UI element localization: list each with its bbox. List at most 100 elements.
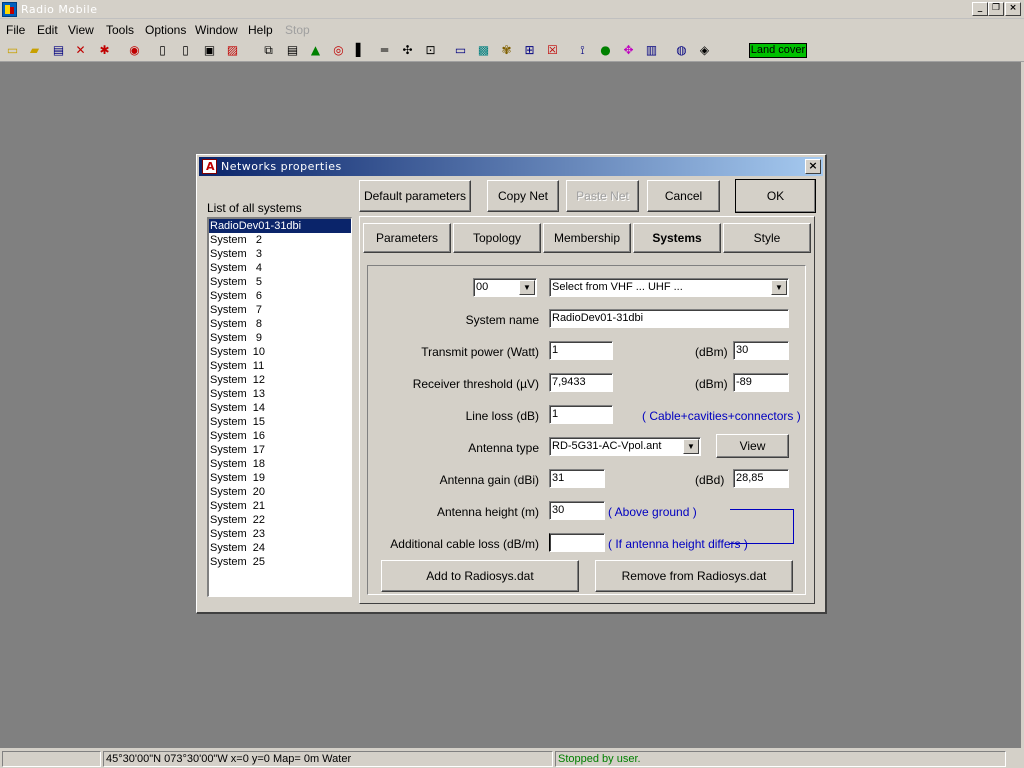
list-item[interactable]: System 6 bbox=[209, 289, 351, 303]
dialog-title-bar[interactable]: Networks properties × bbox=[199, 157, 823, 176]
default-parameters-button[interactable]: Default parameters bbox=[359, 180, 471, 212]
antenna-gain-dbd-input[interactable]: 28,85 bbox=[733, 469, 789, 488]
elevation-icon[interactable]: ▲ bbox=[307, 42, 324, 59]
list-item[interactable]: System 12 bbox=[209, 373, 351, 387]
app-icon[interactable] bbox=[2, 2, 17, 17]
antenna-gain-input[interactable]: 31 bbox=[549, 469, 605, 488]
tab-parameters[interactable]: Parameters bbox=[363, 223, 451, 253]
units-icon[interactable]: ✱ bbox=[96, 42, 113, 59]
remove-from-radiosys-button[interactable]: Remove from Radiosys.dat bbox=[595, 560, 793, 592]
walk-icon[interactable]: ✾ bbox=[498, 42, 515, 59]
grayscale-icon[interactable]: ▌ bbox=[352, 42, 369, 59]
chevron-down-icon[interactable]: ▼ bbox=[771, 280, 787, 295]
grid-icon[interactable]: ▥ bbox=[643, 42, 660, 59]
menu-help[interactable]: Help bbox=[248, 23, 273, 37]
tab-membership[interactable]: Membership bbox=[543, 223, 631, 253]
properties-icon[interactable]: ✕ bbox=[72, 42, 89, 59]
view-antenna-button[interactable]: View bbox=[716, 434, 789, 458]
restore-button[interactable]: ❐ bbox=[988, 2, 1004, 16]
antenna-gain-dbd-label: (dBd) bbox=[695, 473, 725, 487]
antenna-type-select[interactable]: RD-5G31-AC-Vpol.ant ▼ bbox=[549, 437, 701, 456]
world-icon[interactable]: ◈ bbox=[696, 42, 713, 59]
list-item[interactable]: System 4 bbox=[209, 261, 351, 275]
list-item[interactable]: System 15 bbox=[209, 415, 351, 429]
window-icon[interactable]: ▭ bbox=[452, 42, 469, 59]
delete-icon[interactable]: ☒ bbox=[544, 42, 561, 59]
list-item[interactable]: System 3 bbox=[209, 247, 351, 261]
receiver-threshold-input[interactable]: 7,9433 bbox=[549, 373, 613, 392]
line-loss-input[interactable]: 1 bbox=[549, 405, 613, 424]
radar-icon[interactable]: ◎ bbox=[330, 42, 347, 59]
list-item[interactable]: System 20 bbox=[209, 485, 351, 499]
new-file-icon[interactable]: ▭ bbox=[4, 42, 21, 59]
list-item[interactable]: System 25 bbox=[209, 555, 351, 569]
antenna-icon[interactable]: ⟟ bbox=[574, 42, 591, 59]
fit-icon[interactable]: ⊞ bbox=[521, 42, 538, 59]
paste-icon[interactable]: ▤ bbox=[284, 42, 301, 59]
globe-icon[interactable]: ◍ bbox=[673, 42, 690, 59]
system-number-select[interactable]: 00 ▼ bbox=[473, 278, 537, 297]
menu-view[interactable]: View bbox=[68, 23, 94, 37]
network-icon[interactable]: ✥ bbox=[620, 42, 637, 59]
ruler-icon[interactable]: ═ bbox=[376, 42, 393, 59]
land-cover-button[interactable]: Land cover bbox=[749, 43, 807, 58]
open-networks-icon[interactable]: ▤ bbox=[50, 42, 67, 59]
page-icon[interactable]: ▯ bbox=[154, 42, 171, 59]
list-item[interactable]: System 21 bbox=[209, 499, 351, 513]
cancel-button[interactable]: Cancel bbox=[647, 180, 720, 212]
list-item[interactable]: RadioDev01-31dbi bbox=[209, 219, 351, 233]
systems-list[interactable]: RadioDev01-31dbi System 2 System 3 System 4… bbox=[207, 217, 352, 597]
copy-net-button[interactable]: Copy Net bbox=[487, 180, 559, 212]
menu-window[interactable]: Window bbox=[195, 23, 238, 37]
tab-style[interactable]: Style bbox=[723, 223, 811, 253]
list-item[interactable]: System 18 bbox=[209, 457, 351, 471]
target-icon[interactable]: ◉ bbox=[126, 42, 143, 59]
extract-icon[interactable]: ⊡ bbox=[422, 42, 439, 59]
copy-icon[interactable]: ⧉ bbox=[260, 42, 277, 59]
antenna-height-input[interactable]: 30 bbox=[549, 501, 605, 520]
receiver-threshold-dbm-input[interactable]: -89 bbox=[733, 373, 789, 392]
list-item[interactable]: System 10 bbox=[209, 345, 351, 359]
list-item[interactable]: System 7 bbox=[209, 303, 351, 317]
tab-topology[interactable]: Topology bbox=[453, 223, 541, 253]
additional-cable-loss-input[interactable] bbox=[549, 533, 605, 552]
transmit-power-dbm-input[interactable]: 30 bbox=[733, 341, 789, 360]
close-button[interactable]: × bbox=[1005, 2, 1021, 16]
list-item[interactable]: System 9 bbox=[209, 331, 351, 345]
save-icon[interactable]: ▣ bbox=[201, 42, 218, 59]
list-item[interactable]: System 16 bbox=[209, 429, 351, 443]
chevron-down-icon[interactable]: ▼ bbox=[683, 439, 699, 454]
list-item[interactable]: System 24 bbox=[209, 541, 351, 555]
transmit-power-input[interactable]: 1 bbox=[549, 341, 613, 360]
map-icon[interactable]: ▩ bbox=[475, 42, 492, 59]
menu-tools[interactable]: Tools bbox=[106, 23, 134, 37]
tab-systems[interactable]: Systems bbox=[633, 223, 721, 253]
page-edit-icon[interactable]: ▯ bbox=[177, 42, 194, 59]
list-item[interactable]: System 17 bbox=[209, 443, 351, 457]
chevron-down-icon[interactable]: ▼ bbox=[519, 280, 535, 295]
dialog-close-icon[interactable]: × bbox=[805, 159, 821, 174]
open-folder-icon[interactable]: ▰ bbox=[26, 42, 43, 59]
list-item[interactable]: System 22 bbox=[209, 513, 351, 527]
minimize-button[interactable]: _ bbox=[972, 2, 988, 16]
system-name-input[interactable]: RadioDev01-31dbi bbox=[549, 309, 789, 328]
coverage-icon[interactable]: ● bbox=[597, 42, 614, 59]
additional-cable-loss-note: ( If antenna height differs ) bbox=[608, 537, 748, 551]
zoom-icon[interactable]: ✣ bbox=[399, 42, 416, 59]
list-item[interactable]: System 2 bbox=[209, 233, 351, 247]
list-item[interactable]: System 23 bbox=[209, 527, 351, 541]
list-item[interactable]: System 13 bbox=[209, 387, 351, 401]
menu-edit[interactable]: Edit bbox=[37, 23, 58, 37]
add-to-radiosys-button[interactable]: Add to Radiosys.dat bbox=[381, 560, 579, 592]
list-item[interactable]: System 19 bbox=[209, 471, 351, 485]
list-item[interactable]: System 11 bbox=[209, 359, 351, 373]
document-red-icon[interactable]: ▨ bbox=[224, 42, 241, 59]
ok-button[interactable]: OK bbox=[735, 179, 816, 213]
band-select[interactable]: Select from VHF ... UHF ... ▼ bbox=[549, 278, 789, 297]
menu-options[interactable]: Options bbox=[145, 23, 186, 37]
menu-file[interactable]: File bbox=[6, 23, 25, 37]
list-item[interactable]: System 5 bbox=[209, 275, 351, 289]
list-item[interactable]: System 8 bbox=[209, 317, 351, 331]
list-item[interactable]: System 14 bbox=[209, 401, 351, 415]
menu-bar: File Edit View Tools Options Window Help… bbox=[0, 19, 1024, 39]
